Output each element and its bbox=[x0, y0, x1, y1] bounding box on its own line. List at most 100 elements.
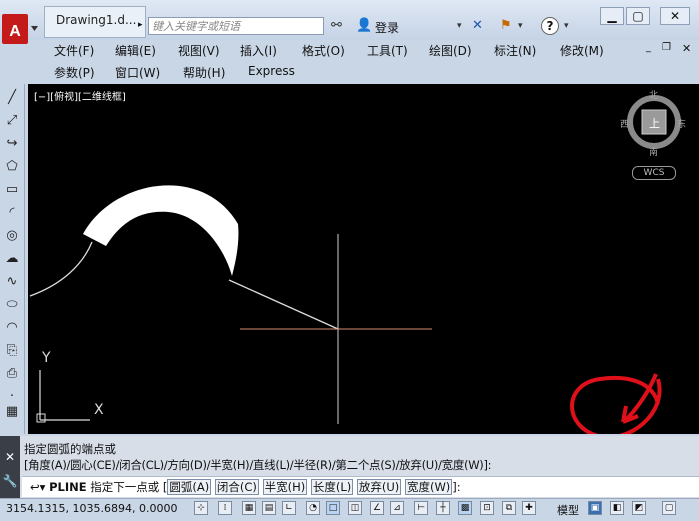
layout-icon[interactable]: ◧ bbox=[610, 501, 624, 515]
menu-window[interactable]: 窗口(W) bbox=[115, 64, 160, 81]
option-undo[interactable]: 放弃(U) bbox=[356, 479, 402, 495]
construction-line-icon[interactable]: ⤢ bbox=[4, 113, 20, 129]
selection-cycling-icon[interactable]: ⧉ bbox=[502, 501, 516, 515]
document-title[interactable]: Drawing1.d... bbox=[56, 13, 136, 27]
communication-icon[interactable]: ⚑ bbox=[500, 17, 512, 35]
dropdown-arrow-icon[interactable]: ▾ bbox=[564, 17, 569, 35]
circle-icon[interactable]: ◎ bbox=[4, 228, 20, 244]
menu-insert[interactable]: 插入(I) bbox=[240, 42, 277, 59]
menu-express[interactable]: Express bbox=[248, 64, 295, 78]
polygon-icon[interactable]: ⬠ bbox=[4, 159, 20, 175]
prompt-end: ]: bbox=[452, 480, 461, 494]
object-snap-tracking-icon[interactable]: ∠ bbox=[370, 501, 384, 515]
menu-view[interactable]: 视图(V) bbox=[178, 42, 220, 59]
infer-constraints-icon[interactable]: ⊹ bbox=[194, 501, 208, 515]
lineweight-icon[interactable]: ┼ bbox=[436, 501, 450, 515]
red-annotation-circle bbox=[570, 376, 662, 440]
menu-dimension[interactable]: 标注(N) bbox=[494, 42, 536, 59]
menu-modify[interactable]: 修改(M) bbox=[560, 42, 604, 59]
help-icon[interactable]: ? bbox=[541, 17, 559, 35]
command-recent-icon[interactable]: ↩▾ bbox=[30, 480, 45, 494]
menu-format[interactable]: 格式(O) bbox=[302, 42, 345, 59]
viewcube-west[interactable]: 西 bbox=[620, 117, 629, 130]
dynamic-input-icon[interactable]: ⊢ bbox=[414, 501, 428, 515]
command-prompt[interactable]: ↩▾ PLINE 指定下一点或 [圆弧(A) 闭合(C) 半宽(H) 长度(L)… bbox=[30, 479, 461, 495]
doc-close-icon[interactable]: ✕ bbox=[682, 42, 691, 55]
command-prompt-text: 指定下一点或 bbox=[90, 480, 160, 494]
expand-arrow-icon[interactable]: ▸ bbox=[138, 20, 143, 30]
command-window-handle[interactable]: ✕ 🔧 bbox=[0, 436, 20, 498]
menu-help[interactable]: 帮助(H) bbox=[183, 64, 225, 81]
option-arc[interactable]: 圆弧(A) bbox=[167, 479, 212, 495]
model-space-button[interactable]: 模型 bbox=[557, 502, 579, 518]
point-icon[interactable]: · bbox=[4, 389, 20, 405]
spline-icon[interactable]: ∿ bbox=[4, 274, 20, 290]
svg-text:A: A bbox=[9, 23, 21, 40]
annotation-monitor-icon[interactable]: ✚ bbox=[522, 501, 536, 515]
viewcube-east[interactable]: 东 bbox=[677, 117, 686, 130]
option-width[interactable]: 宽度(W) bbox=[404, 479, 453, 495]
viewcube-south[interactable]: 南 bbox=[649, 145, 658, 158]
insert-block-icon[interactable]: ⎘ bbox=[4, 343, 20, 359]
transparency-icon[interactable]: ▩ bbox=[458, 501, 472, 515]
grid-display-icon[interactable]: ▦ bbox=[242, 501, 256, 515]
coordinate-readout[interactable]: 3154.1315, 1035.6894, 0.0000 bbox=[6, 502, 177, 515]
viewcube-north[interactable]: 北 bbox=[649, 88, 658, 101]
ellipse-arc-icon[interactable]: ◠ bbox=[4, 320, 20, 336]
rectangle-icon[interactable]: ▭ bbox=[4, 182, 20, 198]
ellipse-icon[interactable]: ⬭ bbox=[4, 297, 20, 313]
command-history-line-2: [角度(A)/圆心(CE)/闭合(CL)/方向(D)/半宽(H)/直线(L)/半… bbox=[24, 458, 492, 472]
menu-edit[interactable]: 编辑(E) bbox=[115, 42, 156, 59]
command-close-icon[interactable]: ✕ bbox=[0, 450, 20, 464]
arc-icon[interactable]: ◜ bbox=[4, 205, 20, 221]
viewport-label[interactable]: [−][俯视][二维线框] bbox=[34, 88, 126, 103]
dropdown-arrow-icon[interactable]: ▾ bbox=[518, 17, 523, 35]
menu-bar: 文件(F) 编辑(E) 视图(V) 插入(I) 格式(O) 工具(T) 绘图(D… bbox=[40, 40, 699, 84]
polyline-icon[interactable]: ↪ bbox=[4, 136, 20, 152]
quick-properties-icon[interactable]: ⊡ bbox=[480, 501, 494, 515]
doc-minimize-icon[interactable]: _ bbox=[646, 42, 651, 53]
3d-osnap-icon[interactable]: ◫ bbox=[348, 501, 362, 515]
dynamic-ucs-icon[interactable]: ⊿ bbox=[390, 501, 404, 515]
polyline-rubberband-line bbox=[228, 279, 339, 330]
menu-parametric[interactable]: 参数(P) bbox=[54, 64, 95, 81]
model-layout-icon[interactable]: ▣ bbox=[588, 501, 602, 515]
line-icon[interactable]: ╱ bbox=[4, 90, 20, 106]
close-button[interactable]: ✕ bbox=[660, 7, 690, 25]
drawing-canvas[interactable] bbox=[28, 84, 699, 440]
grid-icon[interactable]: ▤ bbox=[262, 501, 276, 515]
revision-cloud-icon[interactable]: ☁ bbox=[4, 251, 20, 267]
draw-toolbar: ╱ ⤢ ↪ ⬠ ▭ ◜ ◎ ☁ ∿ ⬭ ◠ ⎘ ⎙ · ▦ bbox=[0, 84, 25, 434]
polar-tracking-icon[interactable]: ◔ bbox=[306, 501, 320, 515]
make-block-icon[interactable]: ⎙ bbox=[4, 366, 20, 382]
quick-view-icon[interactable]: ◩ bbox=[632, 501, 646, 515]
option-close[interactable]: 闭合(C) bbox=[214, 479, 259, 495]
menu-draw[interactable]: 绘图(D) bbox=[429, 42, 472, 59]
search-input[interactable]: 键入关键字或短语 bbox=[148, 17, 324, 35]
option-length[interactable]: 长度(L) bbox=[310, 479, 354, 495]
minimize-button[interactable]: ▁ bbox=[600, 7, 624, 25]
object-snap-icon[interactable]: □ bbox=[326, 501, 340, 515]
command-name: PLINE bbox=[49, 480, 87, 494]
ucs-y-label: Y bbox=[42, 350, 51, 366]
user-icon[interactable]: 👤 bbox=[356, 17, 372, 35]
polyline-wide-arc bbox=[83, 185, 239, 276]
command-customize-icon[interactable]: 🔧 bbox=[0, 474, 20, 488]
exchange-icon[interactable]: ✕ bbox=[472, 17, 483, 35]
login-button[interactable]: 登录 bbox=[375, 19, 399, 36]
doc-restore-icon[interactable]: ❐ bbox=[662, 42, 671, 53]
option-halfwidth[interactable]: 半宽(H) bbox=[262, 479, 308, 495]
menu-file[interactable]: 文件(F) bbox=[54, 42, 94, 59]
polyline-thin-segment bbox=[29, 241, 93, 297]
application-menu-button[interactable]: A bbox=[0, 14, 40, 54]
viewcube-top-label[interactable]: 上 bbox=[649, 115, 660, 131]
hatch-icon[interactable]: ▦ bbox=[4, 404, 20, 420]
maximize-button[interactable]: ▢ bbox=[626, 7, 650, 25]
dropdown-arrow-icon[interactable]: ▾ bbox=[457, 17, 462, 35]
clean-screen-icon[interactable]: ▢ bbox=[662, 501, 676, 515]
binoculars-icon[interactable]: ⚯ bbox=[331, 17, 342, 35]
snap-mode-icon[interactable]: ⁞ bbox=[218, 501, 232, 515]
ortho-mode-icon[interactable]: ∟ bbox=[282, 501, 296, 515]
menu-tools[interactable]: 工具(T) bbox=[367, 42, 408, 59]
wcs-button[interactable]: WCS bbox=[632, 166, 676, 180]
